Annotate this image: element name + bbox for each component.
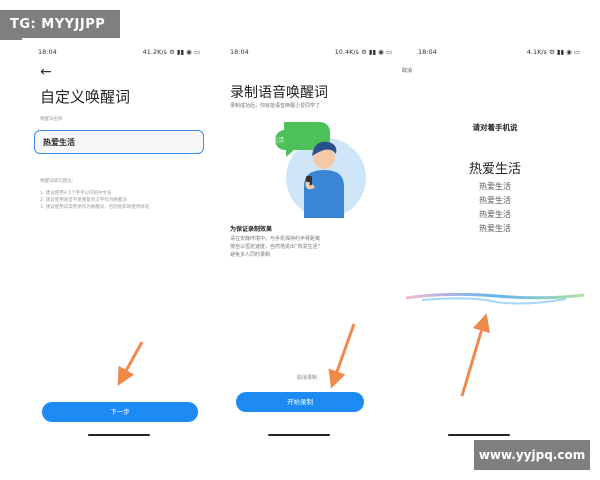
- status-time: 18:04: [230, 48, 249, 56]
- repeat-word: 热爱生活: [479, 224, 511, 233]
- status-bar: 18:04 4.1K/s ⚙ ▮▮ ◉ ▭: [402, 48, 588, 60]
- voice-wave-icon: [405, 292, 585, 305]
- screen-custom-wake-word: 18:04 41.2K/s ⚙ ▮▮ ◉ ▭ ← 自定义唤醒词 唤醒词名称 热爱…: [22, 38, 208, 438]
- back-arrow-icon[interactable]: ←: [40, 64, 52, 80]
- next-step-button[interactable]: 下一步: [42, 402, 198, 422]
- tip-line: 请在安静环境中，与手机保持约半臂距离: [230, 236, 321, 242]
- field-label: 唤醒词名称: [40, 117, 63, 122]
- page-title: 自定义唤醒词: [40, 88, 131, 106]
- current-wake-word: 热爱生活: [468, 162, 521, 177]
- cancel-link[interactable]: 取消: [402, 67, 412, 74]
- screen-speak-wake-word: 18:04 4.1K/s ⚙ ▮▮ ◉ ▭ 取消 请对着手机说 热爱生活 热爱生…: [402, 38, 588, 438]
- home-indicator[interactable]: [268, 434, 330, 436]
- page-title: 录制语音唤醒词: [230, 85, 328, 101]
- tip-line: 按自以恒定速度，自然地说出“热爱生活”: [230, 244, 321, 250]
- person-with-phone-illustration: [274, 122, 366, 218]
- tip-line: 避免多人同时录制: [230, 252, 271, 258]
- status-bar: 18:04 41.2K/s ⚙ ▮▮ ◉ ▭: [22, 48, 208, 60]
- wake-word-input[interactable]: 热爱生活: [34, 130, 204, 154]
- home-indicator[interactable]: [88, 434, 150, 436]
- repeat-word: 热爱生活: [479, 210, 511, 219]
- repeat-word: 热爱生活: [479, 196, 511, 205]
- screen-record-wake-word: 18:04 10.4K/s ⚙ ▮▮ ◉ ▭ 录制语音唤醒词 录制成功后，你就能…: [214, 38, 400, 438]
- status-indicators: 10.4K/s ⚙ ▮▮ ◉ ▭: [334, 48, 392, 56]
- tip-item: 3. 建议使用日常用语作为唤醒词，否则会影响使用体验: [40, 205, 150, 210]
- wake-word-input-value: 热爱生活: [43, 138, 75, 147]
- status-indicators: 4.1K/s ⚙ ▮▮ ◉ ▭: [526, 48, 580, 56]
- speech-bubble-text: 热爱生活: [262, 138, 285, 144]
- status-time: 18:04: [38, 48, 57, 56]
- status-indicators: 41.2K/s ⚙ ▮▮ ◉ ▭: [142, 48, 200, 56]
- watermark-bottom-right: www.yyjpq.com: [474, 440, 590, 470]
- status-time: 18:04: [418, 48, 437, 56]
- page-subtitle: 录制成功后，你就能语音唤醒小爱同学了: [230, 103, 321, 109]
- tip-item: 2. 建议使用发音不易重复的汉字作为唤醒词: [40, 198, 127, 203]
- speak-prompt: 请对着手机说: [472, 123, 518, 132]
- cancel-recording-link[interactable]: 取消录制: [214, 374, 400, 381]
- tip-item: 1. 建议使用4-5个字字以内的中文名: [40, 191, 112, 196]
- tips-section-title: 为保证录制效果: [230, 226, 273, 233]
- repeat-word: 热爱生活: [479, 182, 511, 191]
- tips-title: 唤醒词填写建议：: [40, 179, 76, 184]
- status-bar: 18:04 10.4K/s ⚙ ▮▮ ◉ ▭: [214, 48, 400, 60]
- start-recording-button[interactable]: 开始录制: [236, 392, 364, 412]
- home-indicator[interactable]: [448, 434, 510, 436]
- watermark-top-left: TG: MYYJJPP: [0, 10, 120, 40]
